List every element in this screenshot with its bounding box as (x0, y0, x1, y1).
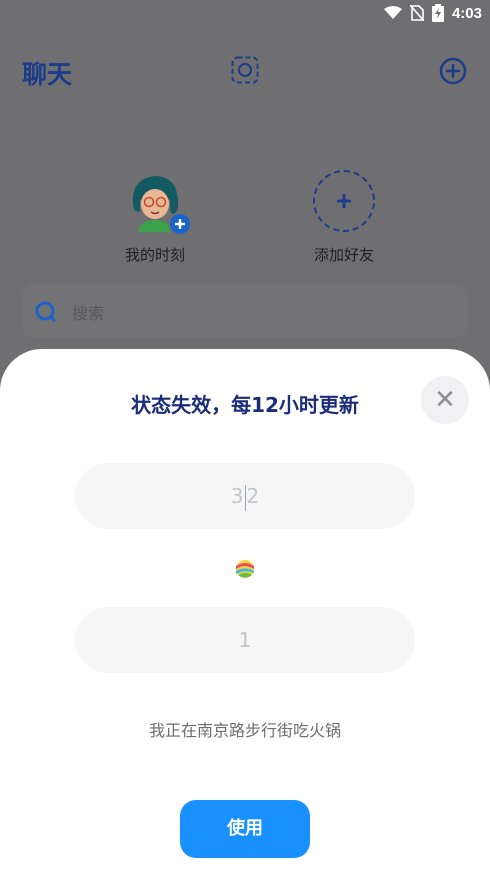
status-time: 4:03 (451, 4, 482, 22)
story-label: 添加好友 (313, 246, 374, 264)
add-moment-icon (168, 212, 192, 236)
story-label: 我的时刻 (124, 246, 185, 264)
scan-icon (231, 56, 259, 84)
search-input[interactable]: 搜索 (22, 284, 468, 338)
count-value: 1 (238, 628, 252, 652)
text-cursor (244, 484, 246, 511)
battery-charging-icon (431, 4, 444, 22)
status-input-field[interactable]: 32 (75, 463, 415, 529)
use-button[interactable]: 使用 (180, 800, 310, 858)
scan-button[interactable] (231, 56, 259, 84)
page-title: 聊天 (22, 60, 73, 89)
close-button[interactable]: ✕ (421, 376, 469, 424)
wifi-icon (383, 6, 402, 19)
status-preview-text: 我正在南京路步行街吃火锅 (148, 721, 341, 740)
status-icons: 4:03 (383, 4, 482, 22)
status-sheet: 状态失效，每12小时更新 ✕ 32 1 我正在南京路步行街吃火锅 使用 (0, 349, 490, 871)
story-add-friend[interactable]: 添加好友 (289, 170, 399, 265)
no-sim-icon (409, 5, 424, 21)
status-bar: 4:03 (0, 0, 490, 28)
story-my-moment[interactable]: 我的时刻 (100, 170, 210, 265)
count-input-field[interactable]: 1 (75, 607, 415, 673)
plus-icon (337, 194, 351, 208)
sheet-title: 状态失效，每12小时更新 (131, 393, 359, 417)
add-button[interactable] (438, 56, 468, 86)
add-friend-circle (313, 170, 375, 232)
search-placeholder: 搜索 (72, 304, 105, 323)
search-icon (35, 301, 56, 322)
plus-circle-icon (439, 57, 467, 85)
input-value-right: 2 (246, 484, 260, 508)
input-value-left: 3 (230, 484, 244, 508)
beach-ball-emoji-icon[interactable] (235, 559, 255, 579)
avatar (124, 170, 192, 236)
header: 聊天 (0, 45, 490, 101)
close-icon: ✕ (434, 385, 456, 415)
